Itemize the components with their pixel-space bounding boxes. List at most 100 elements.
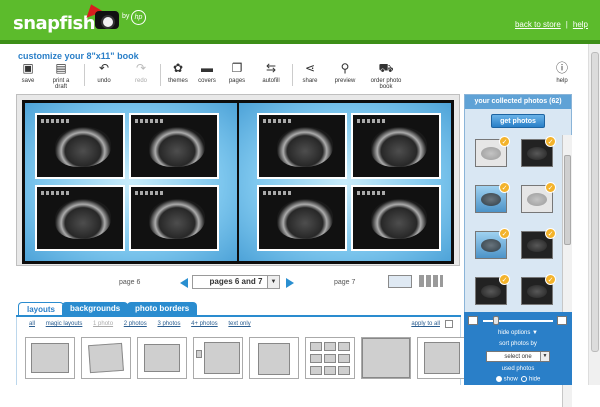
layout-slot bbox=[324, 354, 336, 363]
filter-all[interactable]: all bbox=[29, 321, 35, 327]
printer-icon: ▤ bbox=[55, 61, 67, 75]
large-thumbnail-icon[interactable] bbox=[557, 316, 567, 325]
collected-photo[interactable]: ✓ bbox=[475, 182, 510, 213]
book-photo[interactable] bbox=[351, 185, 441, 251]
book-photo[interactable] bbox=[257, 113, 347, 179]
layout-slot bbox=[324, 366, 336, 375]
book-photo[interactable] bbox=[35, 113, 125, 179]
redo-button[interactable]: ↷ redo bbox=[130, 61, 152, 85]
layout-thumbnail[interactable] bbox=[193, 337, 243, 379]
help-icon: ⓘ bbox=[555, 61, 568, 75]
collected-photo[interactable]: ✓ bbox=[521, 274, 556, 305]
layout-thumbnail[interactable] bbox=[81, 337, 131, 379]
layout-slot bbox=[338, 354, 350, 363]
layout-thumbnail[interactable] bbox=[25, 337, 75, 379]
sort-select-value: select one bbox=[504, 354, 532, 360]
collected-photo[interactable]: ✓ bbox=[521, 182, 556, 213]
pages-label: pages bbox=[228, 78, 246, 84]
print-draft-button[interactable]: ▤ print a draft bbox=[46, 61, 76, 91]
cart-icon: ⛟ bbox=[378, 61, 394, 75]
checkmark-icon: ✓ bbox=[499, 136, 510, 147]
filter-1-photo[interactable]: 1 photo bbox=[93, 321, 113, 327]
collected-photo[interactable]: ✓ bbox=[521, 136, 556, 167]
grid-view-icon[interactable] bbox=[419, 275, 443, 287]
book-page-left[interactable] bbox=[25, 103, 237, 261]
collected-photo[interactable]: ✓ bbox=[475, 274, 510, 305]
show-radio[interactable] bbox=[495, 376, 502, 382]
hide-options-link[interactable]: hide options ▼ bbox=[464, 330, 572, 336]
page-select-value: pages 6 and 7 bbox=[209, 277, 263, 286]
previous-page-arrow-icon[interactable] bbox=[180, 278, 188, 288]
right-page-label: page 7 bbox=[334, 279, 356, 286]
autofill-button[interactable]: ⇆ autofill bbox=[258, 62, 284, 85]
layout-thumbnail[interactable] bbox=[361, 337, 411, 379]
book-canvas bbox=[16, 94, 460, 266]
window-scrollbar[interactable] bbox=[588, 44, 600, 385]
layout-thumbnail[interactable] bbox=[417, 337, 467, 379]
undo-icon: ↶ bbox=[98, 61, 110, 75]
slider-knob[interactable] bbox=[493, 316, 499, 325]
filter-4plus-photos[interactable]: 4+ photos bbox=[191, 321, 218, 327]
chevron-down-icon: ▼ bbox=[267, 276, 279, 288]
help-button[interactable]: ⓘ help bbox=[554, 61, 570, 85]
themes-button[interactable]: ✿ themes bbox=[168, 61, 188, 85]
redo-icon: ↷ bbox=[135, 61, 147, 75]
small-thumbnail-icon[interactable] bbox=[468, 316, 478, 325]
collected-photo[interactable]: ✓ bbox=[475, 136, 510, 167]
help-link[interactable]: help bbox=[573, 20, 588, 29]
filter-3-photos[interactable]: 3 photos bbox=[157, 321, 180, 327]
layout-slot bbox=[324, 342, 336, 351]
apply-to-all-checkbox[interactable] bbox=[445, 320, 453, 328]
book-photo[interactable] bbox=[129, 185, 219, 251]
undo-button[interactable]: ↶ undo bbox=[92, 61, 116, 85]
save-button[interactable]: ▣ save bbox=[18, 62, 38, 85]
checkmark-icon: ✓ bbox=[499, 274, 510, 285]
order-photo-book-button[interactable]: ⛟ order photo book bbox=[364, 61, 408, 91]
photos-scroll-thumb[interactable] bbox=[564, 155, 571, 245]
magnifier-icon: ⚲ bbox=[340, 61, 350, 75]
camera-logo-icon bbox=[95, 11, 119, 29]
pages-button[interactable]: ❐ pages bbox=[226, 61, 248, 85]
apply-to-all-link[interactable]: apply to all bbox=[411, 321, 440, 327]
left-page-label: page 6 bbox=[119, 279, 141, 286]
next-page-arrow-icon[interactable] bbox=[286, 278, 294, 288]
undo-label: undo bbox=[97, 78, 111, 84]
book-photo[interactable] bbox=[257, 185, 347, 251]
covers-button[interactable]: ▬ covers bbox=[196, 62, 218, 85]
get-photos-button[interactable]: get photos bbox=[491, 114, 545, 128]
collected-photo[interactable]: ✓ bbox=[475, 228, 510, 259]
toolbar: ▣ save ▤ print a draft ↶ undo ↷ redo ✿ themes… bbox=[14, 61, 590, 91]
checkmark-icon: ✓ bbox=[545, 182, 556, 193]
tab-photo-borders[interactable]: photo borders bbox=[127, 302, 198, 316]
page-select[interactable]: pages 6 and 7 ▼ bbox=[192, 275, 280, 289]
used-photos-label: used photos bbox=[501, 366, 535, 372]
back-to-store-link[interactable]: back to store bbox=[515, 20, 561, 29]
share-button[interactable]: ⋖ share bbox=[300, 62, 320, 85]
palette-icon: ✿ bbox=[172, 61, 184, 75]
spread-view-icon[interactable] bbox=[388, 275, 412, 288]
tab-layouts[interactable]: layouts bbox=[18, 302, 65, 316]
hide-radio[interactable] bbox=[521, 376, 527, 382]
layout-thumbnail[interactable] bbox=[249, 337, 299, 379]
filter-text-only[interactable]: text only bbox=[228, 321, 250, 327]
book-photo[interactable] bbox=[129, 113, 219, 179]
snapfish-logo[interactable]: snapfish bbox=[13, 13, 96, 34]
link-separator: | bbox=[565, 20, 568, 29]
pages-icon: ❐ bbox=[231, 61, 243, 75]
preview-button[interactable]: ⚲ preview bbox=[332, 61, 358, 85]
book-photo[interactable] bbox=[35, 185, 125, 251]
layout-slot bbox=[196, 350, 202, 358]
sort-select[interactable]: select one ▼ bbox=[486, 351, 550, 362]
checkmark-icon: ✓ bbox=[545, 274, 556, 285]
book-page-right[interactable] bbox=[239, 103, 451, 261]
filter-magic-layouts[interactable]: magic layouts bbox=[46, 321, 83, 327]
layout-thumbnail[interactable] bbox=[305, 337, 355, 379]
layout-thumbnail[interactable] bbox=[137, 337, 187, 379]
book-photo[interactable] bbox=[351, 113, 441, 179]
layout-thumbnails bbox=[25, 337, 467, 385]
collected-photo[interactable]: ✓ bbox=[521, 228, 556, 259]
tab-backgrounds[interactable]: backgrounds bbox=[62, 302, 129, 316]
window-scroll-thumb[interactable] bbox=[591, 52, 599, 352]
redo-label: redo bbox=[134, 78, 147, 84]
filter-2-photos[interactable]: 2 photos bbox=[124, 321, 147, 327]
